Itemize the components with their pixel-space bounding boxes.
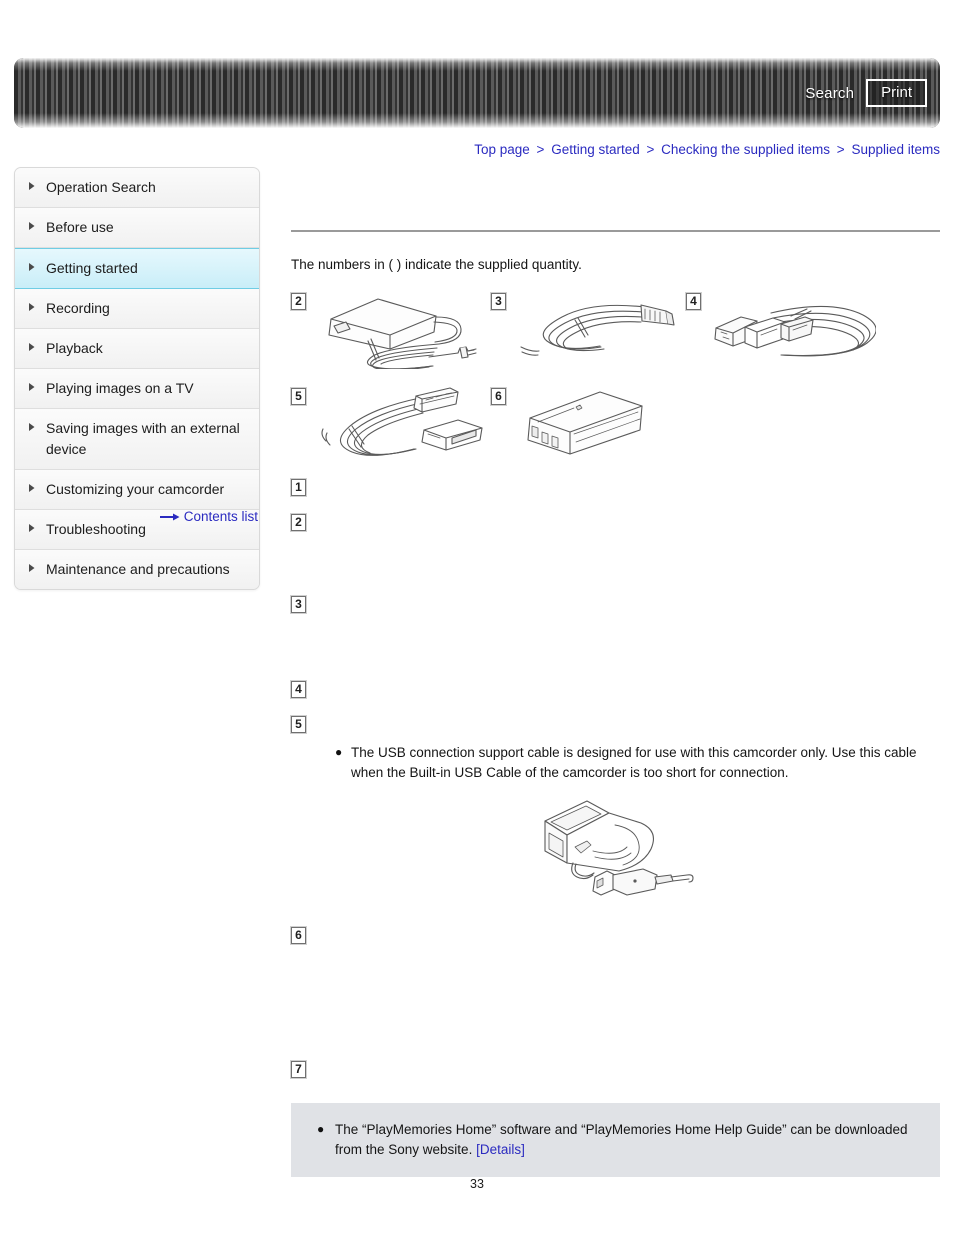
sidebar-item-label: Customizing your camcorder xyxy=(46,481,225,497)
sidebar-item-label: Maintenance and precautions xyxy=(46,561,230,577)
contents-list-link[interactable]: Contents list xyxy=(14,509,258,524)
breadcrumb-item-top-page[interactable]: Top page xyxy=(474,142,530,157)
caption-row-2: 2 xyxy=(291,513,940,531)
sidebar-item-operation-search[interactable]: Operation Search xyxy=(15,168,259,208)
triangle-right-icon xyxy=(29,423,38,431)
details-link[interactable]: [Details] xyxy=(476,1142,525,1157)
figure-badge-6: 6 xyxy=(491,388,506,405)
triangle-right-icon xyxy=(29,343,38,351)
sidebar-item-label: Playback xyxy=(46,340,103,356)
caption-row-4: 4 xyxy=(291,680,940,698)
caption-row-6: 6 xyxy=(291,926,940,945)
usb-cable-note: ● The USB connection support cable is de… xyxy=(335,743,940,782)
bullet-icon: ● xyxy=(317,1122,325,1136)
bullet-icon: ● xyxy=(335,745,343,759)
camcorder-with-usb-cable-icon xyxy=(531,799,701,909)
sidebar-item-maintenance-and-precautions[interactable]: Maintenance and precautions xyxy=(15,550,259,589)
figure-hdmi-cable: 4 xyxy=(686,291,881,368)
caption-badge-7: 7 xyxy=(291,1061,306,1079)
supplied-items-caption-list: 1 2 3 4 5 ● The USB connection support c… xyxy=(291,478,940,1079)
battery-pack-icon xyxy=(516,386,656,463)
ac-adaptor-icon xyxy=(316,291,491,374)
sidebar-item-label: Getting started xyxy=(46,260,138,276)
header-stripe-pattern xyxy=(14,58,940,128)
sidebar-item-label: Before use xyxy=(46,219,114,235)
breadcrumb-item-supplied-items[interactable]: Supplied items xyxy=(851,142,940,157)
triangle-right-icon xyxy=(29,303,38,311)
breadcrumb: Top page > Getting started > Checking th… xyxy=(474,142,940,157)
header-actions: Search Print xyxy=(805,58,927,128)
figure-badge-3: 3 xyxy=(491,293,506,310)
contents-list-label: Contents list xyxy=(183,509,258,524)
page-number: 33 xyxy=(470,1177,484,1191)
caption-badge-6: 6 xyxy=(291,927,306,945)
sidebar-item-playback[interactable]: Playback xyxy=(15,329,259,369)
triangle-right-icon xyxy=(29,524,38,532)
breadcrumb-separator: > xyxy=(536,142,545,157)
caption-row-5: 5 xyxy=(291,715,940,733)
triangle-right-icon xyxy=(29,564,38,572)
sidebar-item-customizing-your-camcorder[interactable]: Customizing your camcorder xyxy=(15,470,259,510)
playmemories-note-box: ● The “PlayMemories Home” software and “… xyxy=(291,1103,940,1178)
caption-badge-1: 1 xyxy=(291,479,306,496)
figure-badge-4: 4 xyxy=(686,293,701,310)
breadcrumb-item-getting-started[interactable]: Getting started xyxy=(551,142,640,157)
figure-badge-5: 5 xyxy=(291,388,306,405)
supplied-items-figure: 2 3 4 5 6 xyxy=(291,291,940,466)
figure-row: 2 3 4 xyxy=(291,291,940,374)
sidebar-item-label: Operation Search xyxy=(46,179,156,195)
caption-row-7: 7 xyxy=(291,1060,940,1079)
camcorder-usb-figure xyxy=(291,799,940,909)
usb-support-cable-icon xyxy=(316,386,491,466)
sidebar-item-label: Playing images on a TV xyxy=(46,380,194,396)
caption-badge-2: 2 xyxy=(291,514,306,531)
print-button[interactable]: Print xyxy=(866,79,927,107)
main-content: The numbers in ( ) indicate the supplied… xyxy=(291,167,940,1079)
figure-row: 5 6 xyxy=(291,386,940,466)
figure-usb-support-cable: 5 xyxy=(291,386,491,466)
triangle-right-icon xyxy=(29,222,38,230)
figure-ac-adaptor: 2 xyxy=(291,291,491,374)
sidebar-item-playing-images-on-a-tv[interactable]: Playing images on a TV xyxy=(15,369,259,409)
caption-badge-5: 5 xyxy=(291,716,306,733)
intro-text: The numbers in ( ) indicate the supplied… xyxy=(291,257,582,272)
usb-cable-note-text: The USB connection support cable is desi… xyxy=(351,745,917,780)
playmemories-note-text: The “PlayMemories Home” software and “Pl… xyxy=(335,1120,914,1159)
caption-badge-4: 4 xyxy=(291,681,306,698)
breadcrumb-separator: > xyxy=(646,142,655,157)
caption-row-3: 3 xyxy=(291,595,940,613)
playmemories-note-sentence: The “PlayMemories Home” software and “Pl… xyxy=(335,1122,908,1157)
sidebar-navigation: Operation Search Before use Getting star… xyxy=(14,167,260,590)
figure-battery-pack: 6 xyxy=(491,386,691,463)
caption-badge-3: 3 xyxy=(291,596,306,613)
sidebar-item-recording[interactable]: Recording xyxy=(15,289,259,329)
power-cord-icon xyxy=(516,291,676,368)
figure-badge-2: 2 xyxy=(291,293,306,310)
breadcrumb-separator: > xyxy=(836,142,845,157)
figure-power-cord: 3 xyxy=(491,291,686,368)
sidebar-item-saving-images-with-an-external-device[interactable]: Saving images with an external device xyxy=(15,409,259,470)
search-button[interactable]: Search xyxy=(805,85,854,102)
sidebar-item-getting-started[interactable]: Getting started xyxy=(15,248,259,289)
site-header: Search Print xyxy=(14,58,940,128)
breadcrumb-item-checking-the-supplied-items[interactable]: Checking the supplied items xyxy=(661,142,830,157)
sidebar-item-label: Recording xyxy=(46,300,110,316)
triangle-right-icon xyxy=(29,383,38,391)
sidebar-item-before-use[interactable]: Before use xyxy=(15,208,259,248)
hdmi-cable-icon xyxy=(711,291,877,368)
section-divider xyxy=(291,230,940,232)
triangle-right-icon xyxy=(29,484,38,492)
triangle-right-icon xyxy=(29,263,38,271)
arrow-right-icon xyxy=(159,512,180,522)
sidebar-item-label: Saving images with an external device xyxy=(46,420,240,457)
triangle-right-icon xyxy=(29,182,38,190)
caption-row-1: 1 xyxy=(291,478,940,496)
